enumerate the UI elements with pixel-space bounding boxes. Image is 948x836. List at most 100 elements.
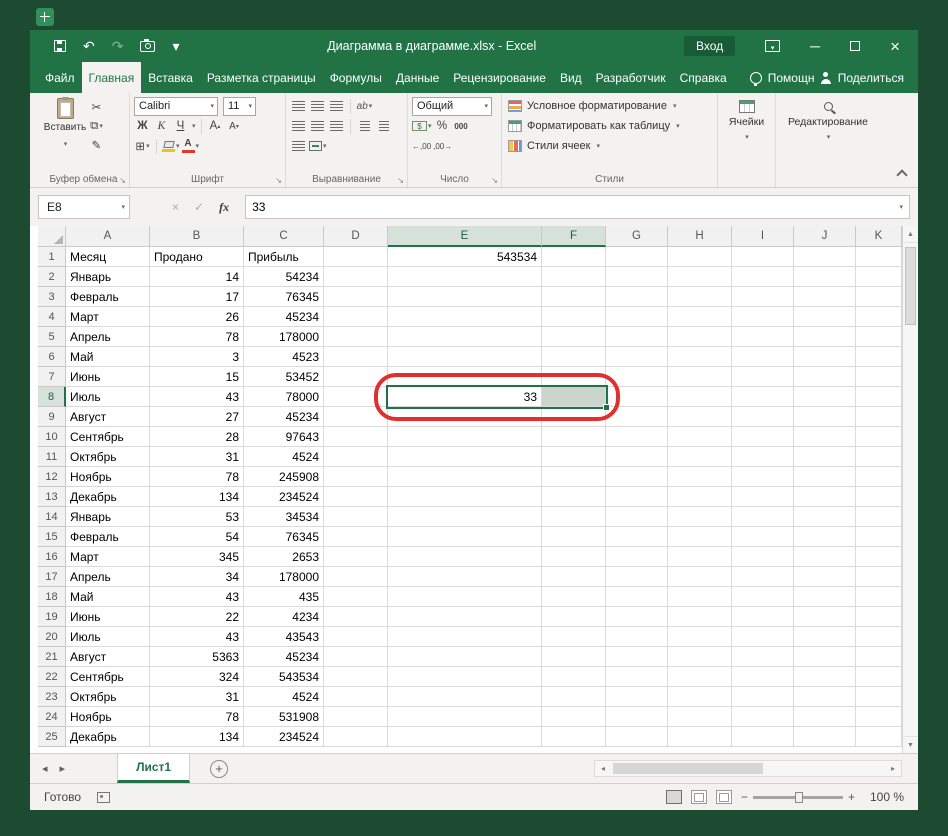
cell-H5[interactable] [668,327,732,347]
minimize-button[interactable]: ─ [810,39,820,53]
cell-I25[interactable] [732,727,794,747]
cell-J13[interactable] [794,487,856,507]
cell-J18[interactable] [794,587,856,607]
editing-button[interactable]: Редактирование ▾ [780,96,876,143]
cell-J4[interactable] [794,307,856,327]
cell-F10[interactable] [542,427,606,447]
cell-F23[interactable] [542,687,606,707]
align-bottom-button[interactable] [328,97,345,115]
cell-K22[interactable] [856,667,902,687]
font-size-dropdown-icon[interactable]: ▾ [248,102,252,110]
number-dialog-launcher-icon[interactable]: ↘ [491,176,498,185]
name-box[interactable]: E8 ▾ [38,195,130,219]
cell-B9[interactable]: 27 [150,407,244,427]
cell-I16[interactable] [732,547,794,567]
cell-F8[interactable] [542,387,606,407]
cell-G10[interactable] [606,427,668,447]
cell-H2[interactable] [668,267,732,287]
decrease-decimal-button[interactable]: ,00→ [433,137,452,155]
cell-A8[interactable]: Июль [66,387,150,407]
cell-H20[interactable] [668,627,732,647]
cell-B14[interactable]: 53 [150,507,244,527]
scroll-down-icon[interactable]: ▼ [903,736,918,753]
cell-F6[interactable] [542,347,606,367]
cell-J20[interactable] [794,627,856,647]
font-name-dropdown-icon[interactable]: ▾ [210,102,214,110]
cell-A6[interactable]: Май [66,347,150,367]
column-header-I[interactable]: I [732,226,794,247]
ribbon-tab-help[interactable]: Справка [673,62,734,93]
cell-F22[interactable] [542,667,606,687]
ribbon-tab-insert[interactable]: Вставка [141,62,200,93]
cell-E14[interactable] [388,507,542,527]
cell-H8[interactable] [668,387,732,407]
cell-I12[interactable] [732,467,794,487]
italic-button[interactable]: К [153,117,170,135]
cell-J8[interactable] [794,387,856,407]
cell-C20[interactable]: 43543 [244,627,324,647]
cell-B8[interactable]: 43 [150,387,244,407]
cell-A16[interactable]: Март [66,547,150,567]
cell-D2[interactable] [324,267,388,287]
column-header-G[interactable]: G [606,226,668,247]
cell-D20[interactable] [324,627,388,647]
wrap-text-button[interactable] [290,137,307,155]
cell-A1[interactable]: Месяц [66,247,150,267]
cell-C25[interactable]: 234524 [244,727,324,747]
cell-H22[interactable] [668,667,732,687]
cell-D13[interactable] [324,487,388,507]
cell-H12[interactable] [668,467,732,487]
row-header-5[interactable]: 5 [38,327,66,347]
zoom-slider[interactable] [753,796,843,799]
cell-I2[interactable] [732,267,794,287]
cell-B16[interactable]: 345 [150,547,244,567]
cell-D11[interactable] [324,447,388,467]
cell-G17[interactable] [606,567,668,587]
close-button[interactable]: × [890,38,900,55]
cell-J15[interactable] [794,527,856,547]
cell-I10[interactable] [732,427,794,447]
cell-A15[interactable]: Февраль [66,527,150,547]
ribbon-tab-review[interactable]: Рецензирование [446,62,553,93]
row-header-1[interactable]: 1 [38,247,66,267]
cell-G22[interactable] [606,667,668,687]
scroll-up-icon[interactable]: ▲ [903,226,918,243]
cell-J25[interactable] [794,727,856,747]
cell-I3[interactable] [732,287,794,307]
cell-D4[interactable] [324,307,388,327]
cancel-entry-icon[interactable]: × [172,200,179,214]
cell-J3[interactable] [794,287,856,307]
cell-C21[interactable]: 45234 [244,647,324,667]
cell-F14[interactable] [542,507,606,527]
scroll-right-icon[interactable]: ▸ [885,764,901,773]
cell-I13[interactable] [732,487,794,507]
cell-H21[interactable] [668,647,732,667]
cell-H15[interactable] [668,527,732,547]
cell-G12[interactable] [606,467,668,487]
cell-B19[interactable]: 22 [150,607,244,627]
row-header-8[interactable]: 8 [38,387,66,407]
row-header-15[interactable]: 15 [38,527,66,547]
cell-B5[interactable]: 78 [150,327,244,347]
alignment-dialog-launcher-icon[interactable]: ↘ [397,176,404,185]
cell-A23[interactable]: Октябрь [66,687,150,707]
cell-I11[interactable] [732,447,794,467]
cell-D24[interactable] [324,707,388,727]
clipboard-dialog-launcher-icon[interactable]: ↘ [119,176,126,185]
cell-F15[interactable] [542,527,606,547]
cell-J10[interactable] [794,427,856,447]
row-header-11[interactable]: 11 [38,447,66,467]
cell-G25[interactable] [606,727,668,747]
cell-A5[interactable]: Апрель [66,327,150,347]
cell-H23[interactable] [668,687,732,707]
cell-E20[interactable] [388,627,542,647]
cell-B12[interactable]: 78 [150,467,244,487]
cell-I14[interactable] [732,507,794,527]
align-right-button[interactable] [328,117,345,135]
cell-F2[interactable] [542,267,606,287]
cell-C24[interactable]: 531908 [244,707,324,727]
name-box-dropdown-icon[interactable]: ▾ [121,203,125,211]
cell-F17[interactable] [542,567,606,587]
cell-C6[interactable]: 4523 [244,347,324,367]
cell-I9[interactable] [732,407,794,427]
